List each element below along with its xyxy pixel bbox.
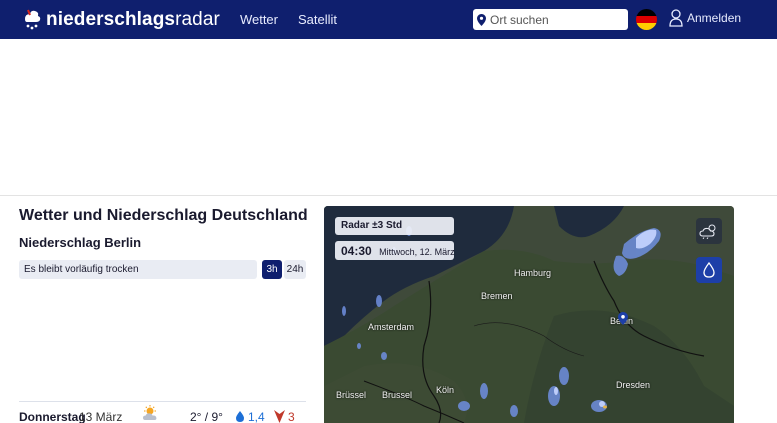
forecast-temperature: 2° / 9° bbox=[190, 410, 223, 423]
location-pin-icon bbox=[477, 13, 486, 26]
raindrop-icon bbox=[236, 411, 244, 422]
map-city-label: Dresden bbox=[616, 380, 651, 390]
raindrop-icon bbox=[703, 262, 715, 278]
precipitation-status: Es bleibt vorläufig trocken bbox=[19, 260, 257, 279]
radar-timestamp[interactable]: 04:30 Mittwoch, 12. März bbox=[335, 241, 455, 260]
location-marker-icon bbox=[618, 312, 628, 325]
radar-map[interactable]: Hamburg Bremen Berlin Amsterdam Köln Dre… bbox=[324, 206, 734, 423]
cloud-rain-logo-icon bbox=[25, 9, 41, 29]
section-title: Niederschlag Berlin bbox=[19, 235, 142, 250]
partly-cloudy-sun-icon bbox=[143, 405, 157, 420]
radar-date: Mittwoch, 12. März bbox=[379, 247, 455, 257]
user-icon bbox=[669, 9, 683, 27]
logo-text-part1: niederschlags bbox=[46, 8, 176, 30]
map-city-label: Köln bbox=[436, 385, 455, 395]
nav-item-wetter[interactable]: Wetter bbox=[240, 12, 278, 27]
map-city-label: Brussel bbox=[382, 390, 413, 400]
forecast-precipitation: 1,4 bbox=[248, 410, 265, 423]
cloud-sun-icon bbox=[699, 224, 716, 239]
main-nav: Wetter Satellit bbox=[240, 12, 357, 27]
toggle-24h-button[interactable]: 24h bbox=[284, 260, 306, 279]
forecast-date: 13 März bbox=[79, 410, 123, 423]
page-title: Wetter und Niederschlag Deutschland bbox=[19, 207, 308, 224]
radar-range-label[interactable]: Radar ±3 Std bbox=[335, 217, 454, 235]
forecast-row[interactable]: Donnerstag 13 März 2° / 9° 1,4 3 bbox=[19, 404, 306, 423]
map-city-label: Brüssel bbox=[336, 390, 367, 400]
top-navigation-bar: niederschlagsradar Wetter Satellit Anmel… bbox=[0, 0, 777, 39]
precipitation-layer-button[interactable] bbox=[696, 257, 722, 283]
radar-time: 04:30 bbox=[341, 244, 372, 258]
wind-direction-icon bbox=[274, 410, 285, 423]
language-flag-germany-icon[interactable] bbox=[636, 9, 657, 30]
divider bbox=[19, 401, 306, 402]
login-button[interactable]: Anmelden bbox=[669, 9, 741, 27]
forecast-wind: 3 bbox=[288, 410, 295, 423]
search-input[interactable] bbox=[490, 12, 620, 27]
map-city-label: Bremen bbox=[481, 291, 513, 301]
map-city-label: Amsterdam bbox=[368, 322, 415, 332]
advertisement-area bbox=[0, 39, 777, 196]
forecast-day: Donnerstag bbox=[19, 410, 86, 423]
cloud-layer-button[interactable] bbox=[696, 218, 722, 244]
login-label: Anmelden bbox=[687, 11, 742, 25]
logo-text-part2: radar bbox=[175, 8, 220, 30]
nav-item-satellit[interactable]: Satellit bbox=[298, 12, 337, 27]
logo-text: niederschlagsradar bbox=[46, 9, 220, 31]
map-city-label: Hamburg bbox=[514, 268, 552, 278]
toggle-3h-button[interactable]: 3h bbox=[262, 260, 282, 279]
logo[interactable]: niederschlagsradar bbox=[22, 0, 220, 39]
search-box[interactable] bbox=[473, 9, 628, 30]
